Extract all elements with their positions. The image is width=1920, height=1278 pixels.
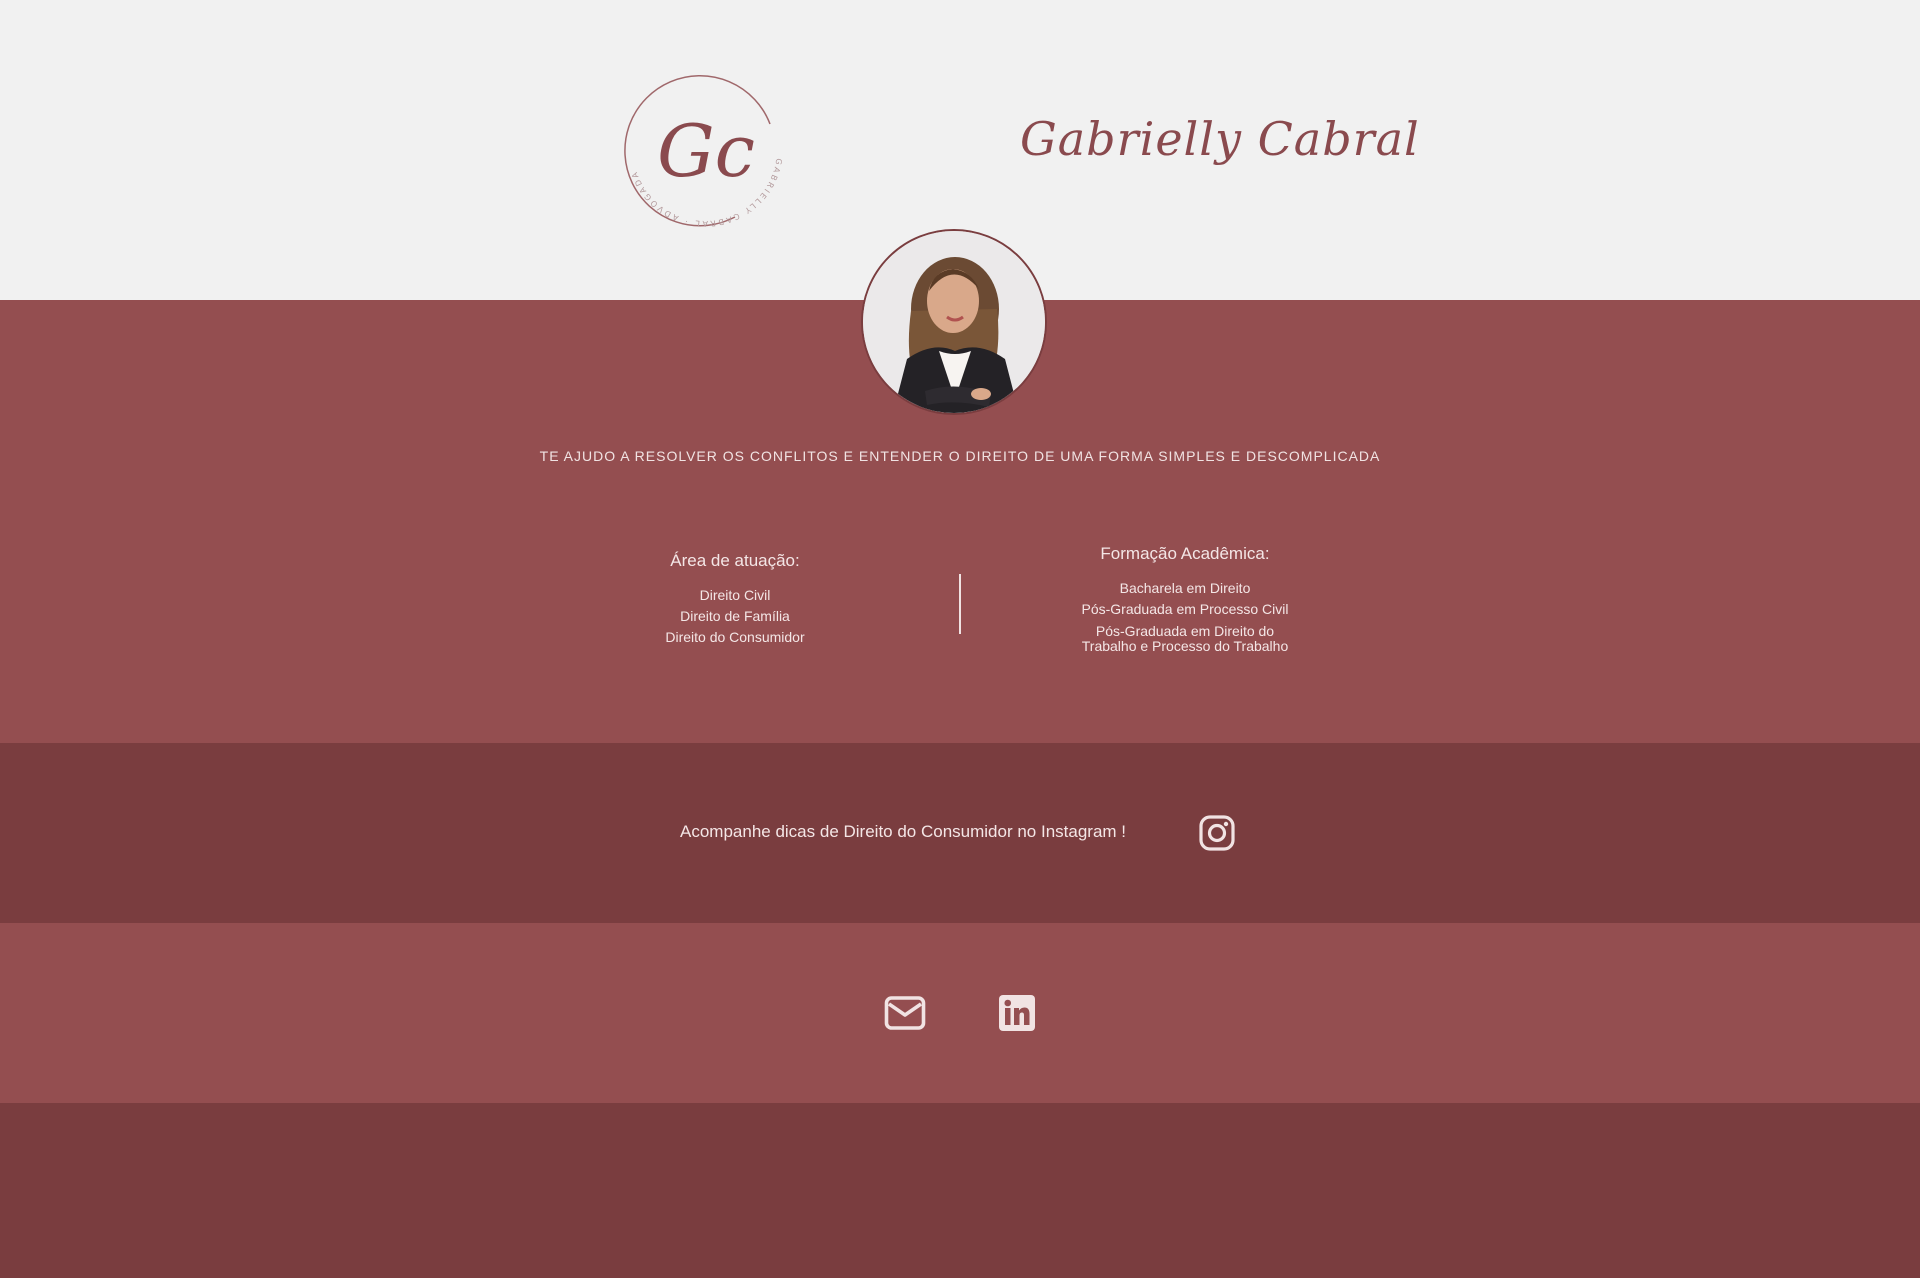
logo-monogram: Gc <box>657 109 755 193</box>
academic-background-title: Formação Acadêmica: <box>1100 544 1270 563</box>
gc-logo[interactable]: GABRIELLY CABRAL · ADVOGADA Gc <box>620 64 790 234</box>
practice-area-item: Direito de Família <box>680 608 790 624</box>
practice-areas-title: Área de atuação: <box>670 551 800 570</box>
linkedin-icon[interactable] <box>998 994 1036 1032</box>
column-divider <box>959 574 961 634</box>
brand-name: Gabrielly Cabral <box>1020 112 1420 166</box>
practice-areas: Área de atuação: Direito Civil Direito d… <box>595 551 875 648</box>
academic-background: Formação Acadêmica: Bacharela em Direito… <box>1035 544 1335 654</box>
education-item: Trabalho e Processo do Trabalho <box>1081 638 1289 654</box>
instagram-icon[interactable] <box>1198 814 1236 852</box>
education-item: Pós-Graduada em Processo Civil <box>1081 601 1289 617</box>
instagram-cta-text: Acompanhe dicas de Direito do Consumidor… <box>680 822 1127 841</box>
practice-area-item: Direito Civil <box>699 587 771 603</box>
site-footer <box>0 1103 1920 1278</box>
lawyer-portrait-image <box>863 231 1045 413</box>
education-item: Bacharela em Direito <box>1119 580 1251 596</box>
education-item: Pós-Graduada em Direito do <box>1095 623 1275 639</box>
practice-area-item: Direito do Consumidor <box>665 629 805 645</box>
contact-section <box>0 923 1920 1103</box>
profile-photo <box>861 229 1047 415</box>
envelope-icon[interactable] <box>884 995 926 1031</box>
gc-monogram-logo: GABRIELLY CABRAL · ADVOGADA Gc <box>624 74 781 228</box>
hero-tagline: TE AJUDO A RESOLVER OS CONFLITOS E ENTEN… <box>539 448 1381 464</box>
